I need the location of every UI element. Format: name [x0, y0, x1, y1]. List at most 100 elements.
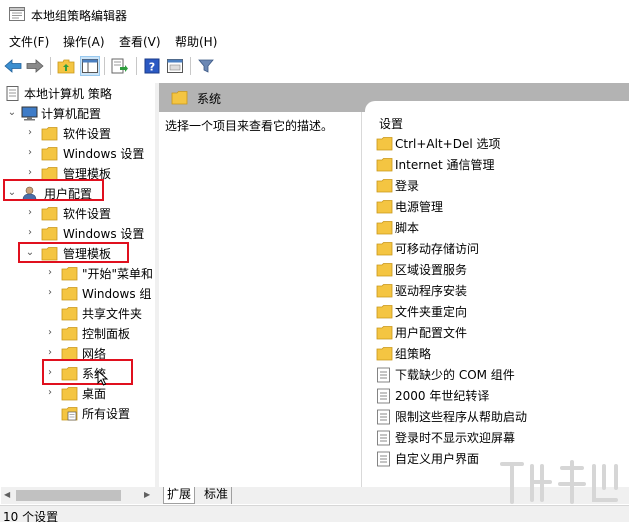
scroll-right-icon[interactable]: ▶ — [144, 490, 150, 499]
menu-action[interactable]: 操作(A) — [63, 33, 105, 50]
details-title: 系统 — [197, 92, 222, 106]
details-pane: 系统 选择一个项目来查看它的描述。 设置 Ctrl+Alt+Del 选项 Inte… — [159, 83, 629, 487]
tree-item-windows-components[interactable]: › Windows 组 — [1, 284, 155, 304]
folder-icon — [376, 200, 393, 214]
chevron-right-icon[interactable]: › — [25, 227, 35, 239]
list-item-folder[interactable]: 组策略 — [376, 344, 626, 365]
chevron-right-icon[interactable]: › — [45, 347, 55, 359]
chevron-right-icon[interactable]: › — [25, 147, 35, 159]
tab-standard[interactable]: 标准 — [201, 487, 233, 504]
watermark-logo — [500, 460, 618, 504]
tree-item-computer-windows-settings[interactable]: › Windows 设置 — [1, 144, 155, 164]
console-tree: 本地计算机 策略 ⌄ 计算机配置 › 软件设置 › Windows 设置 › 管… — [1, 83, 155, 487]
description-panel: 选择一个项目来查看它的描述。 — [159, 112, 361, 487]
list-item-folder[interactable]: 可移动存储访问 — [376, 239, 626, 260]
list-item-folder[interactable]: 电源管理 — [376, 197, 626, 218]
properties-button[interactable] — [165, 56, 185, 76]
list-item-label: 电源管理 — [395, 200, 444, 214]
tree-label: 本地计算机 策略 — [24, 87, 112, 101]
tree-item-computer-config[interactable]: ⌄ 计算机配置 — [1, 104, 155, 124]
chevron-down-icon[interactable]: ⌄ — [7, 107, 17, 119]
forward-button[interactable] — [25, 56, 45, 76]
tree-item-start-menu[interactable]: › "开始"菜单和 — [1, 264, 155, 284]
svg-text:?: ? — [149, 61, 155, 74]
list-item-setting[interactable]: 登录时不显示欢迎屏幕 — [376, 428, 626, 449]
list-item-folder[interactable]: 登录 — [376, 176, 626, 197]
list-item-label: 组策略 — [395, 347, 432, 361]
tree-item-desktop[interactable]: › 桌面 — [1, 384, 155, 404]
folder-icon — [61, 327, 78, 341]
list-item-folder[interactable]: 脚本 — [376, 218, 626, 239]
all-settings-icon — [61, 407, 78, 421]
menu-view[interactable]: 查看(V) — [119, 33, 161, 50]
tree-label: Windows 组 — [82, 287, 152, 301]
window-title: 本地组策略编辑器 — [31, 9, 128, 23]
policy-setting-icon — [377, 388, 390, 404]
policy-setting-icon — [377, 451, 390, 467]
list-item-folder[interactable]: Internet 通信管理 — [376, 155, 626, 176]
folder-icon — [41, 147, 58, 161]
list-item-setting[interactable]: 下载缺少的 COM 组件 — [376, 365, 626, 386]
help-button[interactable]: ? — [142, 56, 162, 76]
tree-item-user-windows-settings[interactable]: › Windows 设置 — [1, 224, 155, 244]
menu-file[interactable]: 文件(F) — [9, 33, 49, 50]
list-item-label: 驱动程序安装 — [395, 284, 468, 298]
folder-icon — [61, 287, 78, 301]
tree-item-shared-folders[interactable]: 共享文件夹 — [1, 304, 155, 324]
list-item-label: 自定义用户界面 — [395, 452, 480, 466]
list-item-setting[interactable]: 限制这些程序从帮助启动 — [376, 407, 626, 428]
show-hide-tree-button[interactable] — [80, 56, 100, 76]
list-item-label: 用户配置文件 — [395, 326, 468, 340]
tree-horizontal-scrollbar[interactable]: ◀ ▶ — [1, 487, 155, 504]
chevron-right-icon[interactable]: › — [25, 127, 35, 139]
list-item-label: 2000 年世纪转译 — [395, 389, 490, 403]
tree-item-user-software[interactable]: › 软件设置 — [1, 204, 155, 224]
folder-icon — [61, 267, 78, 281]
chevron-right-icon[interactable]: › — [45, 267, 55, 279]
filter-button[interactable] — [196, 56, 216, 76]
tree-label: 计算机配置 — [41, 107, 102, 121]
chevron-right-icon[interactable]: › — [25, 167, 35, 179]
list-item-label: 下载缺少的 COM 组件 — [395, 368, 515, 382]
chevron-right-icon[interactable]: › — [45, 387, 55, 399]
list-item-label: 脚本 — [395, 221, 420, 235]
tree-label: 桌面 — [82, 387, 107, 401]
list-item-folder[interactable]: 驱动程序安装 — [376, 281, 626, 302]
chevron-right-icon[interactable]: › — [45, 327, 55, 339]
folder-icon — [61, 387, 78, 401]
tree-label: "开始"菜单和 — [82, 267, 154, 281]
back-button[interactable] — [3, 56, 23, 76]
tree-label: Windows 设置 — [63, 227, 145, 241]
tree-item-control-panel[interactable]: › 控制面板 — [1, 324, 155, 344]
list-item-label: 可移动存储访问 — [395, 242, 480, 256]
settings-list: 设置 Ctrl+Alt+Del 选项 Internet 通信管理登录电源管理脚本可… — [362, 112, 629, 487]
list-item-label: Internet 通信管理 — [395, 158, 495, 172]
list-item-setting[interactable]: 2000 年世纪转译 — [376, 386, 626, 407]
up-level-button[interactable] — [56, 56, 76, 76]
chevron-right-icon[interactable]: › — [25, 207, 35, 219]
list-item-folder[interactable]: 文件夹重定向 — [376, 302, 626, 323]
list-item-folder[interactable]: 用户配置文件 — [376, 323, 626, 344]
tab-extended[interactable]: 扩展 — [163, 487, 196, 504]
scroll-left-icon[interactable]: ◀ — [4, 490, 10, 499]
folder-icon — [376, 263, 393, 277]
tree-item-root[interactable]: 本地计算机 策略 — [1, 84, 155, 104]
tree-item-computer-software[interactable]: › 软件设置 — [1, 124, 155, 144]
folder-icon — [41, 127, 58, 141]
back-arrow-icon — [4, 59, 22, 73]
list-item-label: 文件夹重定向 — [395, 305, 468, 319]
console-tree-icon — [82, 59, 98, 73]
chevron-right-icon[interactable]: › — [45, 287, 55, 299]
help-icon: ? — [144, 58, 160, 74]
tree-item-all-settings[interactable]: 所有设置 — [1, 404, 155, 424]
menu-help[interactable]: 帮助(H) — [175, 33, 217, 50]
folder-icon — [376, 179, 393, 193]
export-list-button[interactable] — [110, 56, 130, 76]
header-curve — [365, 101, 629, 112]
list-header-settings[interactable]: 设置 — [379, 115, 403, 132]
list-item-folder[interactable]: Ctrl+Alt+Del 选项 — [376, 134, 626, 155]
folder-icon — [376, 326, 393, 340]
scroll-thumb[interactable] — [16, 490, 121, 501]
folder-icon — [41, 207, 58, 221]
list-item-folder[interactable]: 区域设置服务 — [376, 260, 626, 281]
